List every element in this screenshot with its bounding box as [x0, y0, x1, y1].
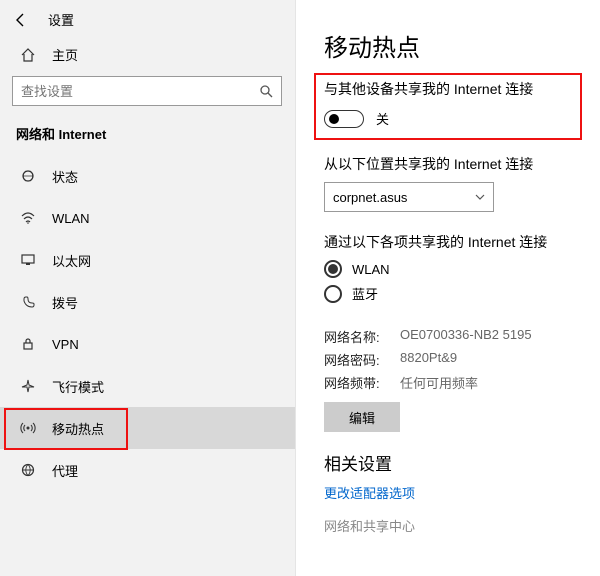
status-icon: [16, 168, 40, 184]
net-name-key: 网络名称:: [324, 327, 400, 346]
hotspot-icon: [16, 420, 40, 436]
highlight-share-box: 与其他设备共享我的 Internet 连接 关: [314, 73, 582, 140]
nav-label: VPN: [52, 337, 79, 352]
section-header: 网络和 Internet: [0, 116, 295, 149]
search-input[interactable]: [21, 84, 241, 99]
home-icon: [16, 47, 40, 63]
radio-wlan[interactable]: [324, 260, 342, 278]
radio-bluetooth-label: 蓝牙: [352, 284, 378, 303]
net-pwd-value: 8820Pt&9: [400, 350, 457, 369]
nav-label: 移动热点: [52, 419, 104, 438]
radio-wlan-row[interactable]: WLAN: [324, 260, 585, 278]
nav-item-ethernet[interactable]: 以太网: [0, 239, 295, 281]
nav-item-dialup[interactable]: 拨号: [0, 281, 295, 323]
nav-item-airplane[interactable]: 飞行模式: [0, 365, 295, 407]
related-header: 相关设置: [324, 450, 585, 475]
nav-label: 代理: [52, 461, 78, 480]
nav-item-status[interactable]: 状态: [0, 155, 295, 197]
proxy-icon: [16, 462, 40, 478]
nav-item-proxy[interactable]: 代理: [0, 449, 295, 491]
net-band-value: 任何可用频率: [400, 373, 478, 392]
link-adapter-options[interactable]: 更改适配器选项: [324, 483, 585, 502]
net-band-key: 网络频带:: [324, 373, 400, 392]
search-icon: [259, 84, 273, 98]
net-name-value: OE0700336-NB2 5195: [400, 327, 532, 346]
link-sharing-center[interactable]: 网络和共享中心: [324, 516, 585, 535]
page-title: 移动热点: [324, 28, 585, 63]
nav-home[interactable]: 主页: [0, 35, 295, 76]
radio-bluetooth[interactable]: [324, 285, 342, 303]
nav-label: 状态: [52, 167, 78, 186]
share-toggle[interactable]: [324, 110, 364, 128]
nav-label: WLAN: [52, 211, 90, 226]
vpn-icon: [16, 336, 40, 352]
share-from-label: 从以下位置共享我的 Internet 连接: [324, 154, 585, 174]
share-via-label: 通过以下各项共享我的 Internet 连接: [324, 232, 585, 252]
nav-item-hotspot[interactable]: 移动热点: [0, 407, 295, 449]
share-label: 与其他设备共享我的 Internet 连接: [324, 79, 572, 99]
radio-bluetooth-row[interactable]: 蓝牙: [324, 284, 585, 303]
nav-item-vpn[interactable]: VPN: [0, 323, 295, 365]
combo-value: corpnet.asus: [333, 190, 407, 205]
back-icon[interactable]: [12, 12, 30, 28]
edit-button[interactable]: 编辑: [324, 402, 400, 432]
home-label: 主页: [52, 45, 78, 64]
search-input-container[interactable]: [12, 76, 282, 106]
airplane-icon: [16, 378, 40, 394]
share-from-combo[interactable]: corpnet.asus: [324, 182, 494, 212]
toggle-state-label: 关: [376, 109, 389, 128]
dialup-icon: [16, 294, 40, 310]
nav-label: 以太网: [52, 251, 91, 270]
net-pwd-key: 网络密码:: [324, 350, 400, 369]
nav-label: 拨号: [52, 293, 78, 312]
nav-item-wlan[interactable]: WLAN: [0, 197, 295, 239]
wifi-icon: [16, 210, 40, 226]
radio-wlan-label: WLAN: [352, 262, 390, 277]
nav-label: 飞行模式: [52, 377, 104, 396]
ethernet-icon: [16, 252, 40, 268]
window-title: 设置: [48, 10, 74, 29]
chevron-down-icon: [475, 192, 485, 202]
